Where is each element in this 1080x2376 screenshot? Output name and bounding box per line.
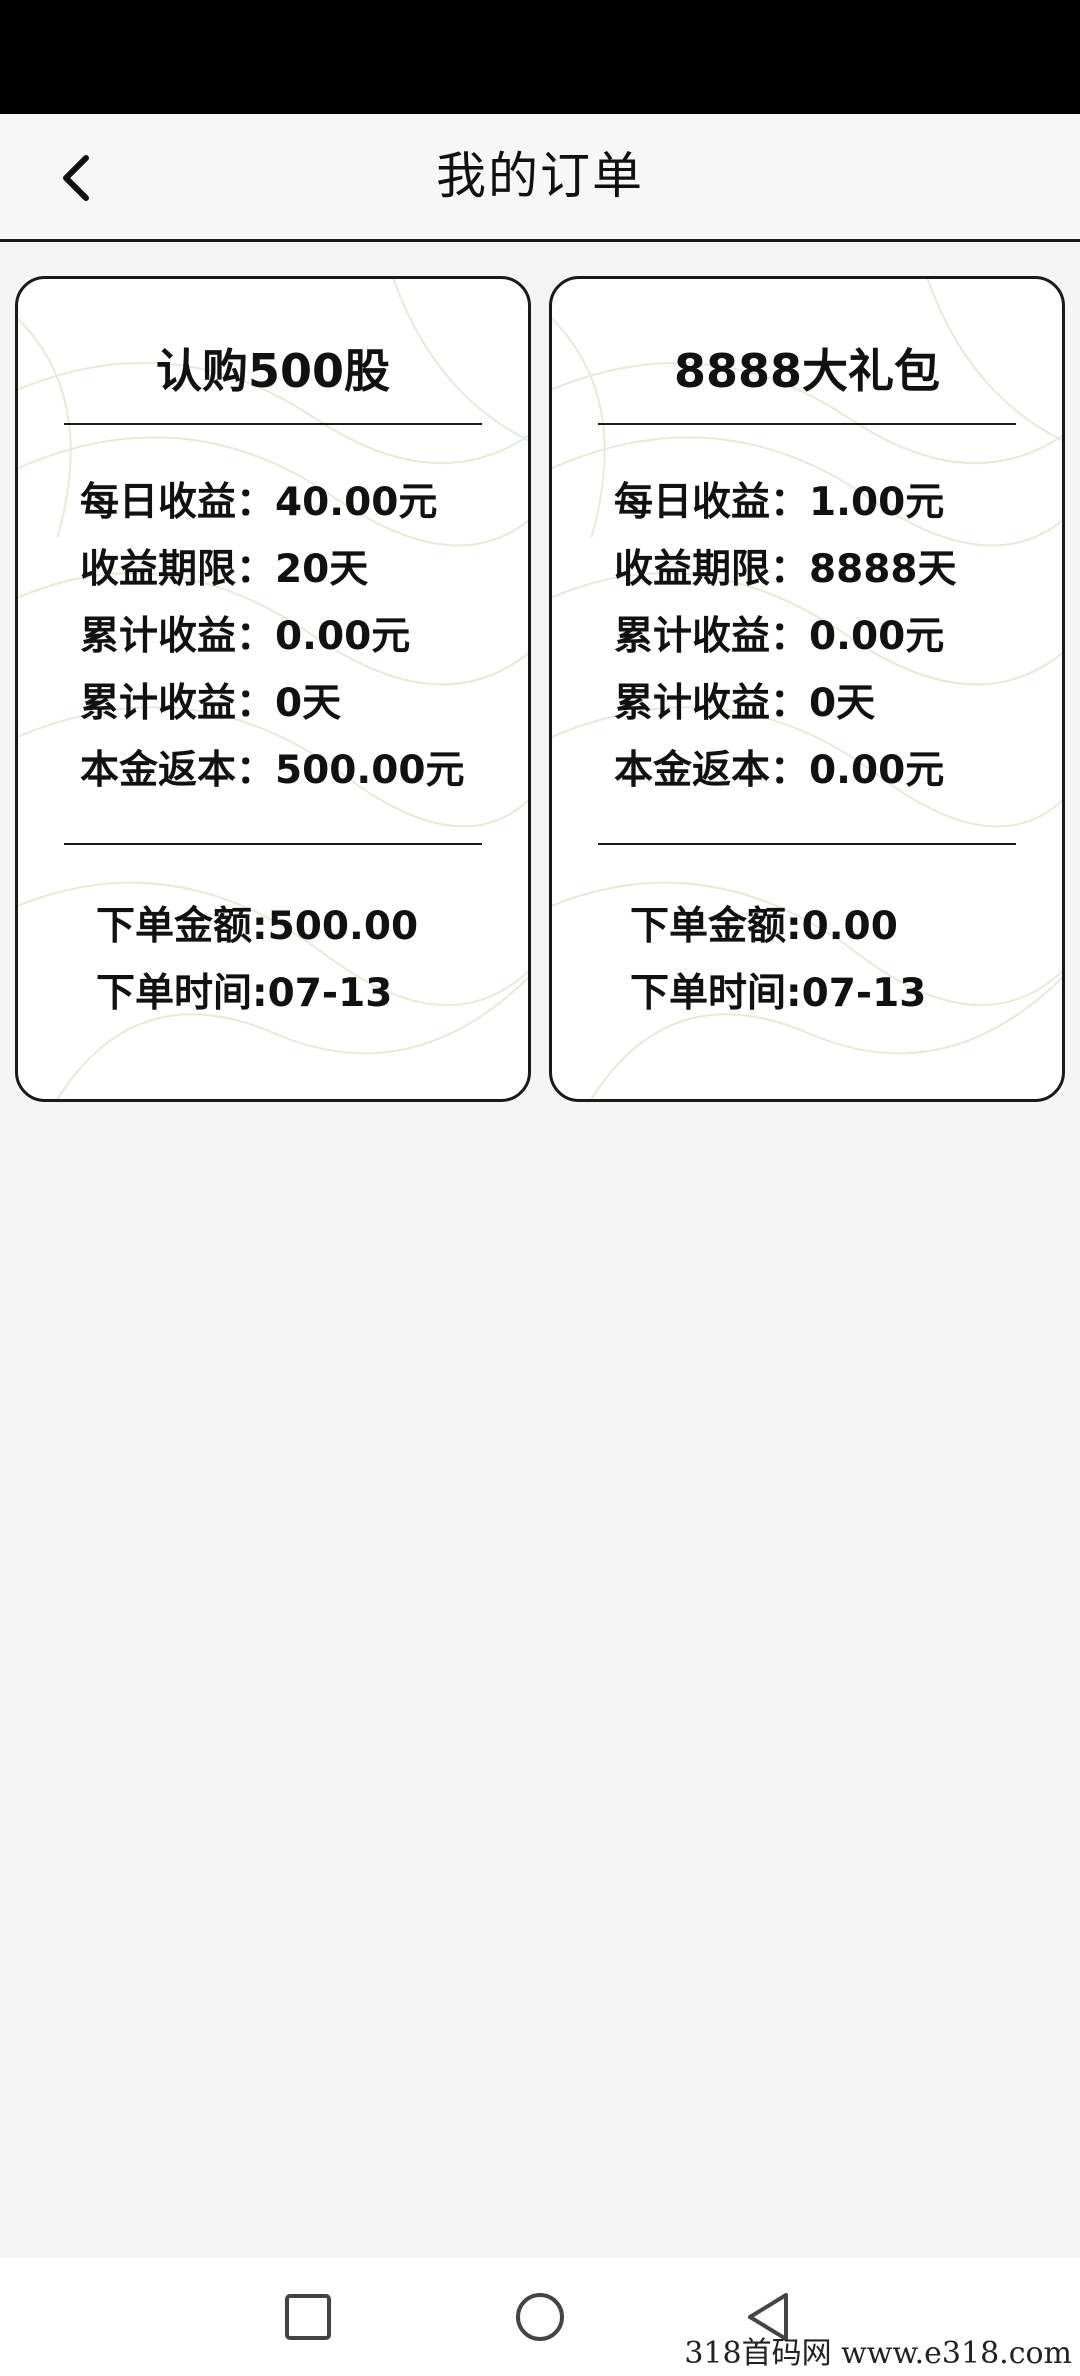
order-info: 下单金额:0.00 下单时间:07-13 (630, 893, 926, 1027)
earnings-stats: 每日收益：40.00元 收益期限：20天 累计收益：0.00元 累计收益：0天 … (80, 469, 465, 804)
divider (598, 423, 1016, 425)
divider (64, 843, 482, 845)
square-icon (285, 2294, 331, 2340)
stat-principal-return: 本金返本：500.00元 (80, 748, 465, 793)
stat-cumulative-days: 累计收益：0天 (80, 681, 342, 726)
system-nav-bar: 318首码网 www.e318.com (0, 2258, 1080, 2376)
page-title: 我的订单 (436, 147, 644, 205)
card-title: 认购500股 (155, 344, 391, 398)
divider (64, 423, 482, 425)
order-card[interactable]: 8888大礼包 每日收益：1.00元 收益期限：8888天 累计收益：0.00元… (549, 276, 1065, 1102)
circle-icon (516, 2293, 564, 2341)
order-amount: 下单金额:0.00 (630, 904, 898, 949)
order-time: 下单时间:07-13 (630, 971, 927, 1016)
order-amount: 下单金额:500.00 (96, 904, 419, 949)
back-button[interactable] (36, 138, 116, 218)
app-header: 我的订单 (0, 114, 1080, 242)
stat-daily-earnings: 每日收益：1.00元 (614, 480, 945, 525)
status-bar (0, 0, 1080, 114)
recent-apps-button[interactable] (248, 2258, 368, 2376)
order-info: 下单金额:500.00 下单时间:07-13 (96, 893, 418, 1027)
stat-daily-earnings: 每日收益：40.00元 (80, 480, 438, 525)
stat-earnings-term: 收益期限：8888天 (614, 547, 957, 592)
earnings-stats: 每日收益：1.00元 收益期限：8888天 累计收益：0.00元 累计收益：0天… (614, 469, 957, 804)
order-time: 下单时间:07-13 (96, 971, 393, 1016)
home-button[interactable] (480, 2258, 600, 2376)
stat-earnings-term: 收益期限：20天 (80, 547, 369, 592)
card-title: 8888大礼包 (673, 344, 941, 398)
chevron-left-icon (63, 155, 89, 201)
stat-principal-return: 本金返本：0.00元 (614, 748, 945, 793)
stat-cumulative-earnings: 累计收益：0.00元 (614, 614, 945, 659)
stat-cumulative-days: 累计收益：0天 (614, 681, 876, 726)
order-card[interactable]: 认购500股 每日收益：40.00元 收益期限：20天 累计收益：0.00元 累… (15, 276, 531, 1102)
watermark: 318首码网 www.e318.com (684, 2336, 1072, 2371)
divider (598, 843, 1016, 845)
stat-cumulative-earnings: 累计收益：0.00元 (80, 614, 411, 659)
